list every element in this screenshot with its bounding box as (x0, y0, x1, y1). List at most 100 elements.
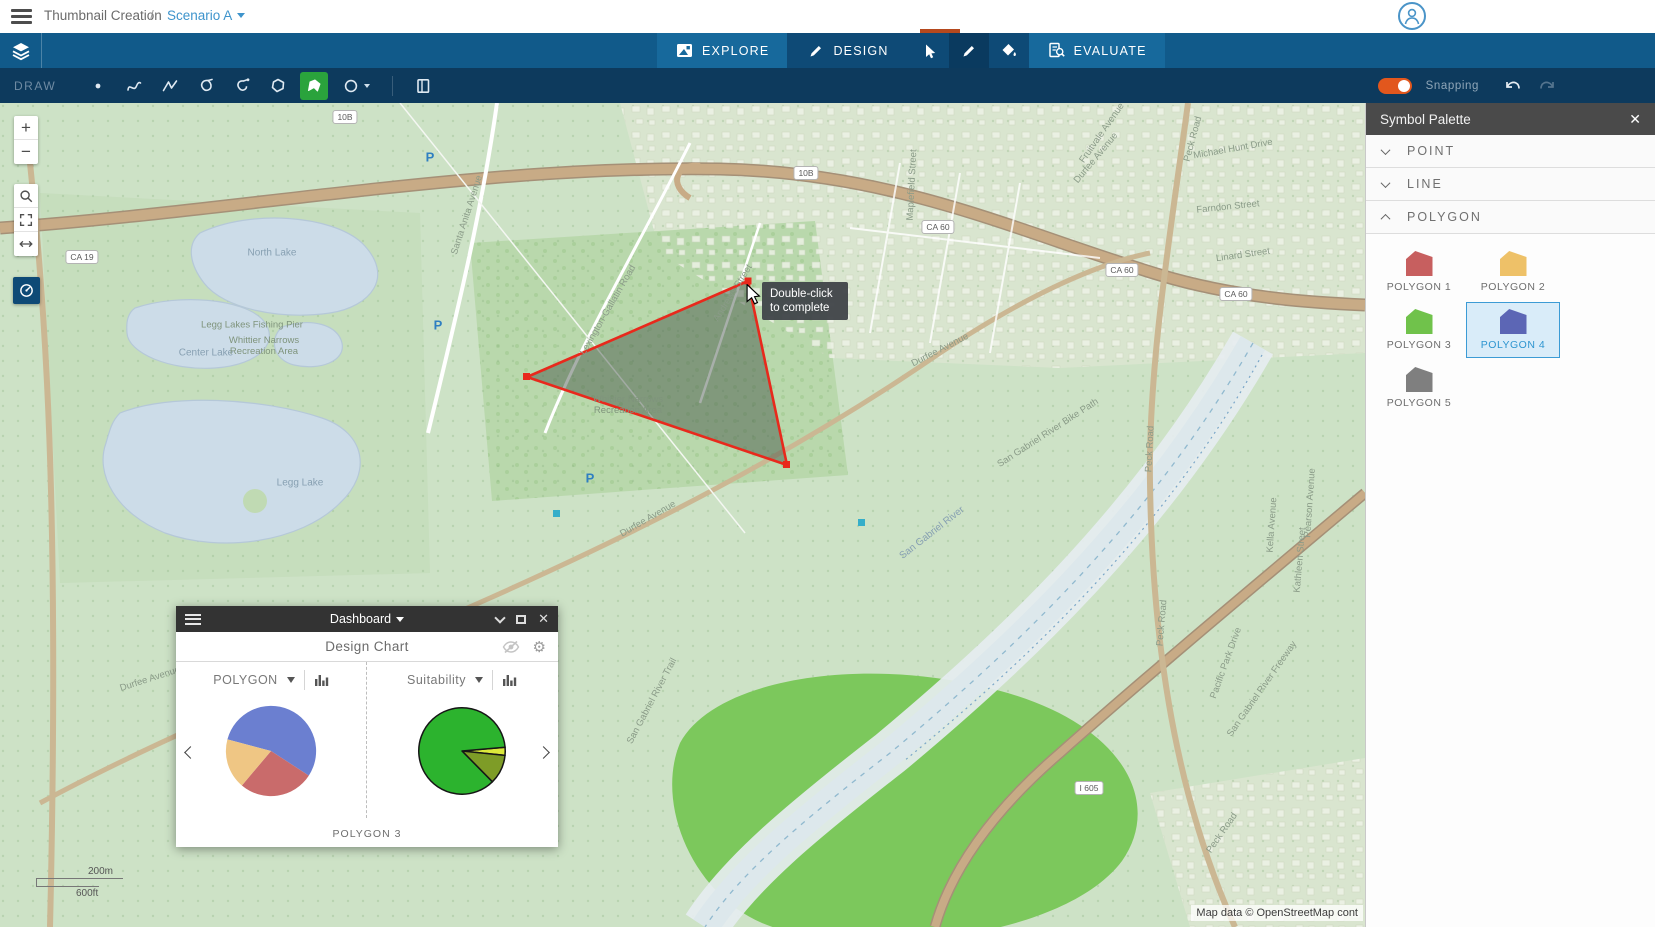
polygon-icon (269, 77, 287, 95)
gauge-icon (18, 282, 35, 299)
explore-icon (675, 41, 694, 60)
measure-icon (18, 236, 34, 252)
fill-tool-button[interactable] (989, 33, 1029, 68)
dashboard-title: Dashboard (330, 612, 391, 626)
chevron-down-icon (1381, 145, 1391, 155)
pencil-icon (960, 42, 978, 60)
maximize-button[interactable] (516, 615, 526, 624)
fullscreen-icon (18, 212, 34, 228)
circle-tool[interactable] (336, 72, 376, 100)
symbol-polygon-4[interactable]: POLYGON 4 (1466, 302, 1560, 358)
pie-chart-polygon[interactable] (224, 704, 318, 798)
user-avatar[interactable] (1398, 2, 1426, 30)
tab-design-label: DESIGN (833, 44, 888, 58)
polygon-2-swatch (1500, 251, 1527, 276)
cursor-icon (920, 42, 938, 60)
section-point[interactable]: POINT (1366, 135, 1655, 168)
close-button[interactable]: ✕ (538, 611, 549, 627)
chevron-down-icon (396, 617, 404, 622)
autocomplete-polygon-icon (305, 77, 323, 95)
bar-chart-icon[interactable] (314, 673, 329, 687)
tab-evaluate[interactable]: EVALUATE (1029, 33, 1165, 68)
symbol-polygon-2[interactable]: POLYGON 2 (1466, 244, 1560, 300)
plan-tool[interactable] (409, 72, 437, 100)
polygon-4-swatch (1500, 309, 1527, 334)
tab-evaluate-label: EVALUATE (1074, 44, 1147, 58)
freehand-polygon-icon (197, 77, 215, 95)
chart-panel-right: Suitability (366, 662, 557, 818)
collapse-button[interactable] (496, 617, 504, 622)
tab-explore-label: EXPLORE (702, 44, 769, 58)
divider (492, 670, 493, 690)
basemap-explorer-button[interactable] (13, 277, 40, 304)
visibility-off-icon[interactable] (502, 640, 520, 654)
freehand-polygon-tool[interactable] (192, 72, 220, 100)
tab-design[interactable]: DESIGN (787, 33, 908, 68)
polygon-symbol-list: POLYGON 1 POLYGON 2 POLYGON 3 POLYGON 4 … (1366, 234, 1655, 416)
close-icon[interactable]: ✕ (1629, 111, 1641, 128)
chart-field-select[interactable]: Suitability (407, 673, 466, 687)
draw-tool-button[interactable] (949, 33, 989, 68)
breadcrumb: Thumbnail Creation (44, 8, 162, 23)
app-menu-icon[interactable] (11, 9, 32, 24)
maximize-icon (516, 615, 526, 624)
snapping-toggle[interactable] (1378, 78, 1412, 94)
chart-carousel: POLYGON Suitability (176, 662, 558, 818)
polygon-tool[interactable] (264, 72, 292, 100)
zoom-out-button[interactable]: − (14, 140, 38, 164)
measure-button[interactable] (14, 232, 38, 256)
dashboard-menu-icon[interactable] (185, 614, 201, 625)
chevron-down-icon[interactable] (364, 84, 370, 88)
autocomplete-freehand-icon (233, 77, 251, 95)
section-line[interactable]: LINE (1366, 168, 1655, 201)
symbol-polygon-3[interactable]: POLYGON 3 (1372, 302, 1466, 358)
polyline-icon (161, 77, 179, 95)
map-attribution: Map data © OpenStreetMap cont (1191, 905, 1363, 921)
chevron-down-icon (1381, 178, 1391, 188)
polyline-tool[interactable] (156, 72, 184, 100)
polygon-3-swatch (1406, 309, 1433, 334)
undo-icon[interactable] (1503, 77, 1523, 95)
redo-icon[interactable] (1537, 77, 1557, 95)
layers-icon (11, 41, 31, 61)
search-icon (18, 188, 34, 204)
settings-gear-icon[interactable]: ⚙ (533, 640, 546, 655)
evaluate-icon (1047, 41, 1066, 60)
toolbar-divider (392, 76, 393, 96)
fullscreen-button[interactable] (14, 208, 38, 232)
chevron-down-icon (494, 612, 505, 623)
draw-toolbar-label: DRAW (14, 79, 56, 93)
chevron-down-icon[interactable] (475, 677, 483, 683)
bar-chart-icon[interactable] (502, 673, 517, 687)
select-tool-button[interactable] (909, 33, 949, 68)
symbol-palette-panel: Symbol Palette ✕ POINT LINE POLYGON POLY… (1365, 103, 1655, 927)
freehand-line-tool[interactable] (120, 72, 148, 100)
autocomplete-polygon-tool[interactable] (300, 72, 328, 100)
circle-icon (342, 77, 360, 95)
chevron-up-icon (1381, 213, 1391, 223)
plan-icon (414, 77, 432, 95)
pie-chart-suitability[interactable] (415, 704, 509, 798)
person-icon (1400, 4, 1424, 28)
point-icon (89, 77, 107, 95)
symbol-polygon-5[interactable]: POLYGON 5 (1372, 360, 1466, 416)
symbol-palette-title: Symbol Palette (1380, 112, 1471, 127)
chart-field-select[interactable]: POLYGON (213, 673, 277, 687)
point-tool[interactable] (84, 72, 112, 100)
tab-explore[interactable]: EXPLORE (657, 33, 787, 68)
pencil-icon (807, 42, 825, 60)
layers-button[interactable] (0, 33, 42, 68)
snapping-label: Snapping (1426, 80, 1479, 92)
section-polygon[interactable]: POLYGON (1366, 201, 1655, 234)
paint-bucket-icon (999, 41, 1018, 60)
autocomplete-freehand-tool[interactable] (228, 72, 256, 100)
dashboard-window[interactable]: Dashboard ✕ Design Chart ⚙ POLYGON (176, 606, 558, 847)
zoom-in-button[interactable]: + (14, 116, 38, 140)
breadcrumb-separator: / (150, 8, 154, 23)
search-button[interactable] (14, 184, 38, 208)
symbol-polygon-1[interactable]: POLYGON 1 (1372, 244, 1466, 300)
chart-footer-label: POLYGON 3 (176, 828, 558, 840)
dashboard-titlebar[interactable]: Dashboard ✕ (176, 606, 558, 632)
chevron-down-icon[interactable] (287, 677, 295, 683)
scenario-dropdown[interactable]: Scenario A (167, 8, 245, 23)
